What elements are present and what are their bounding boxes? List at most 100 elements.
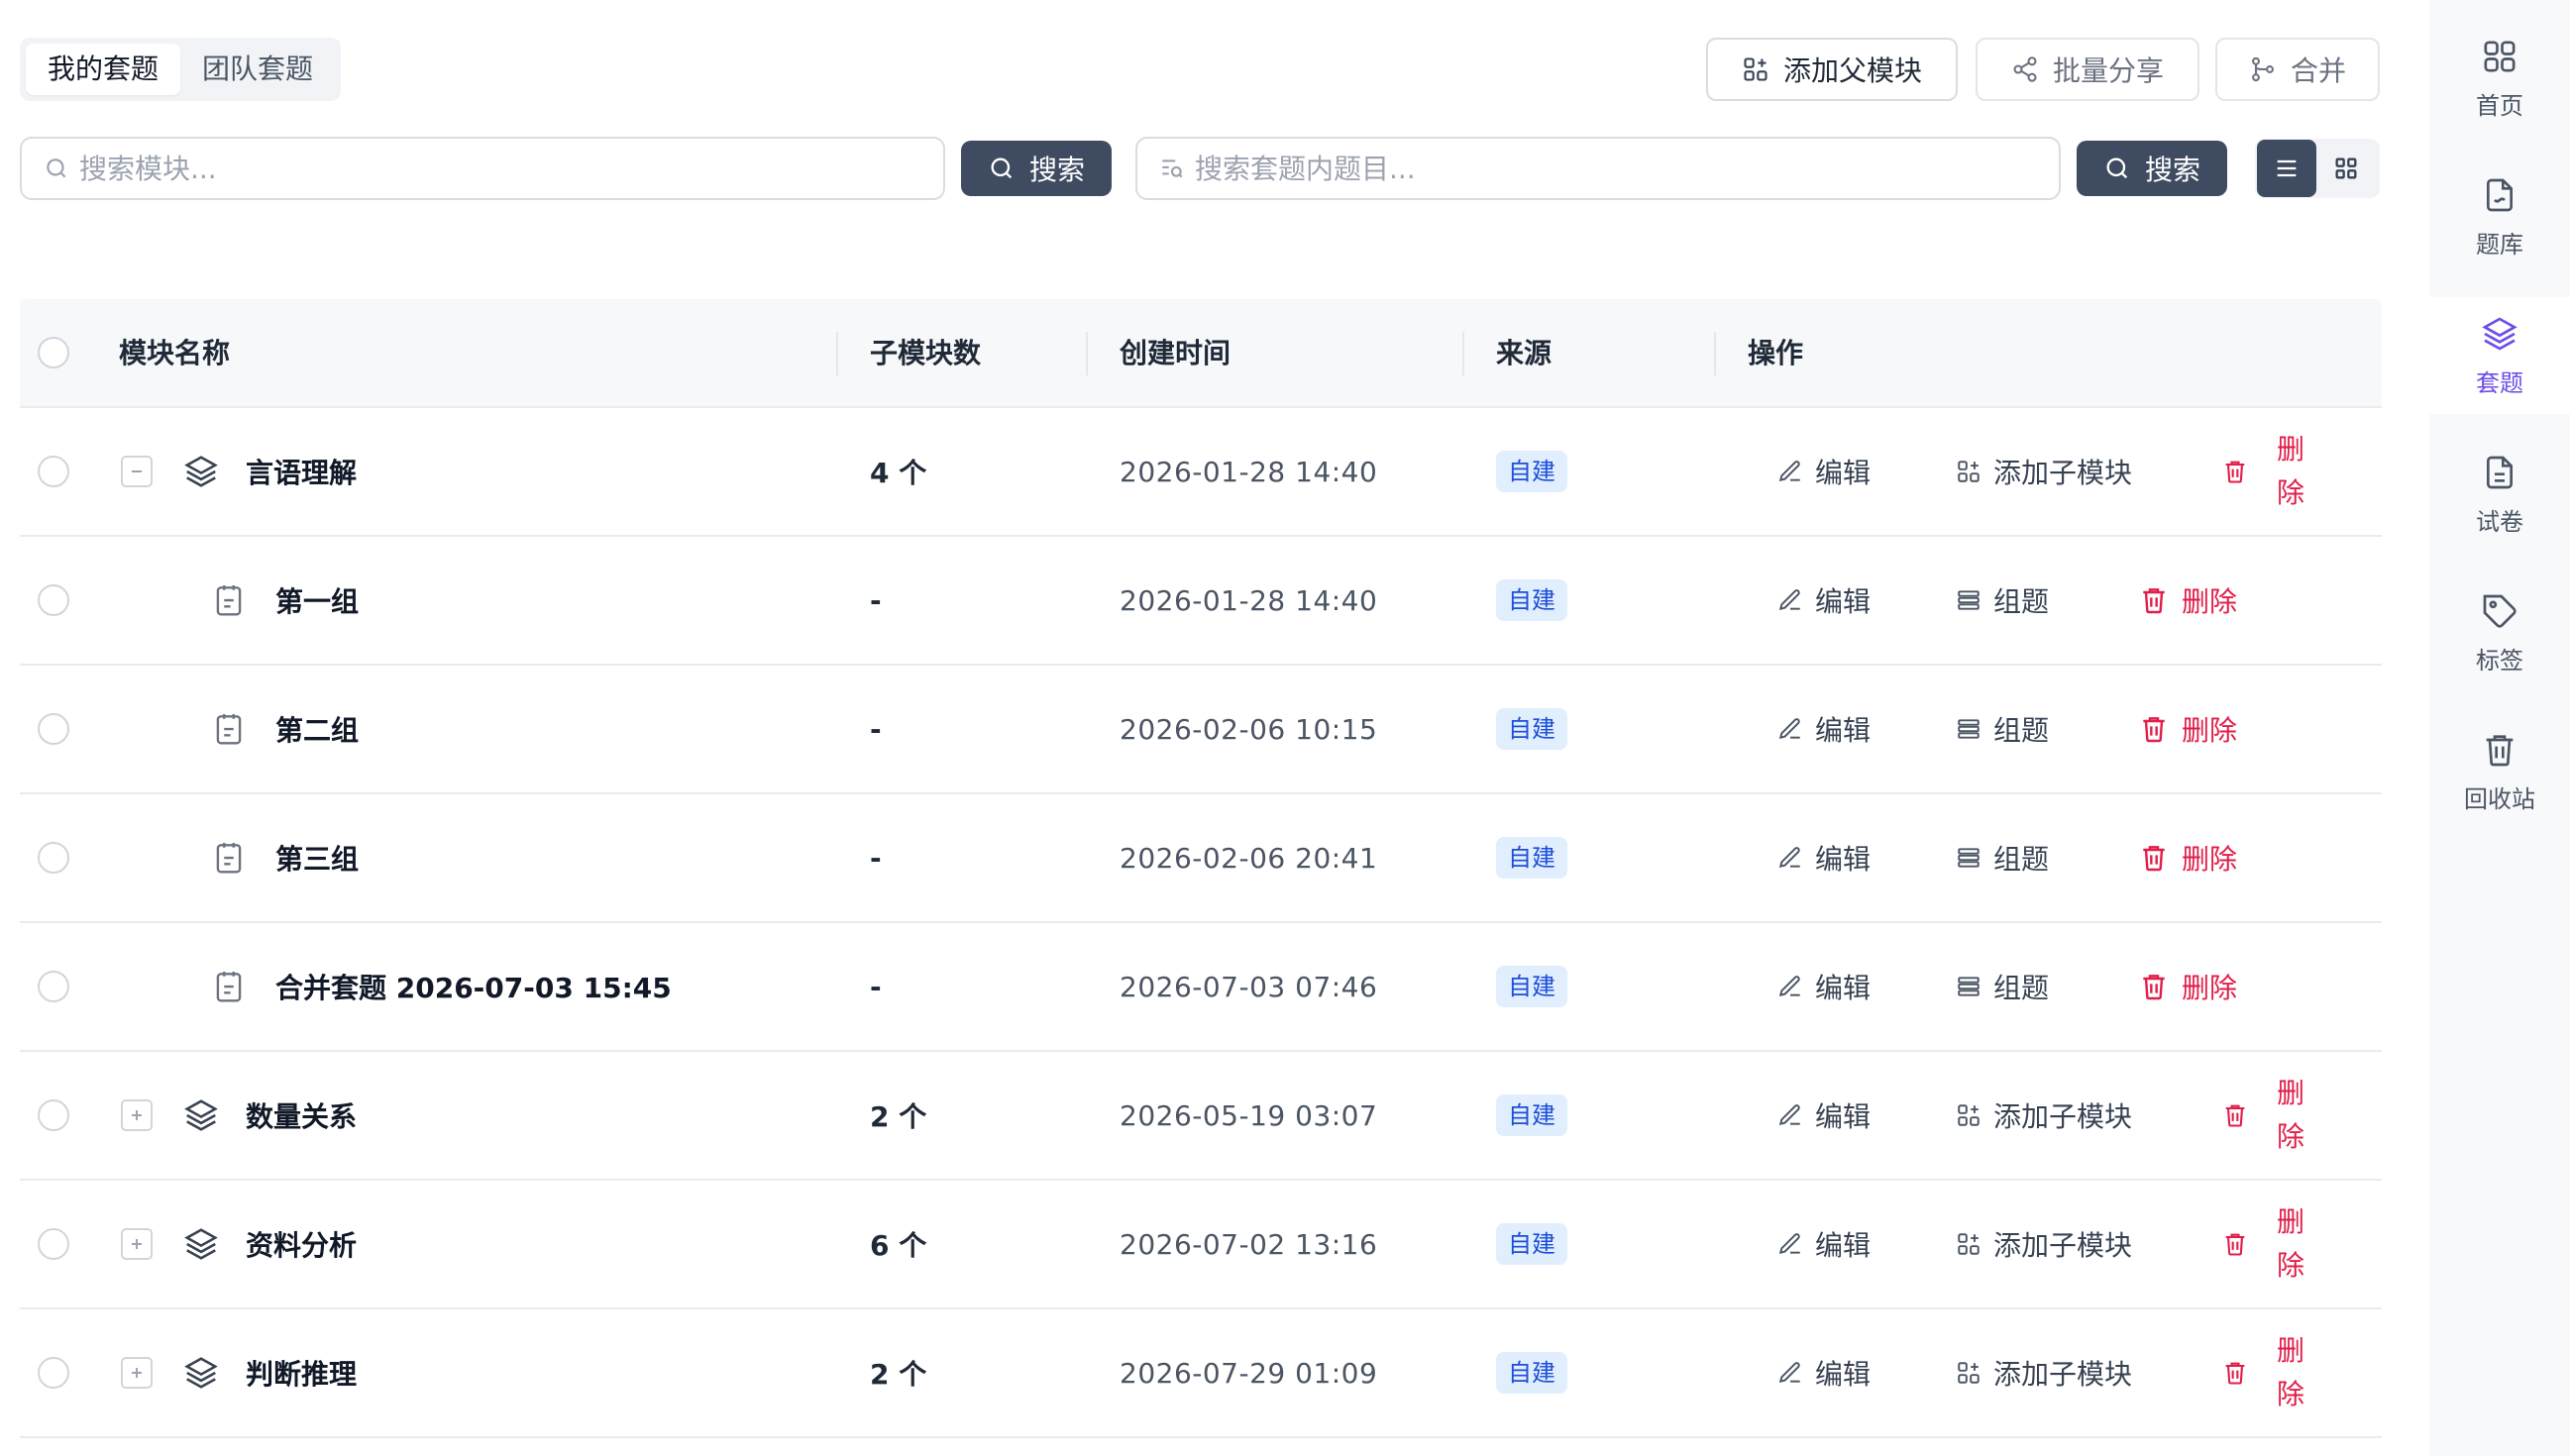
- tab-team-sets[interactable]: 团队套题: [180, 44, 335, 95]
- add-child-module-button[interactable]: 添加子模块: [1956, 1224, 2132, 1264]
- edit-button[interactable]: 编辑: [1777, 1224, 1871, 1264]
- grid-icon: [2335, 157, 2357, 179]
- tab-my-sets[interactable]: 我的套题: [26, 44, 181, 95]
- header-divider: [1714, 332, 1716, 375]
- row-checkbox[interactable]: [38, 713, 69, 745]
- expand-button[interactable]: [121, 1228, 153, 1260]
- sidebar-item-question-bank[interactable]: 题库: [2429, 158, 2570, 275]
- batch-share-label: 批量分享: [2052, 54, 2164, 87]
- merge-button[interactable]: 合并: [2215, 38, 2380, 101]
- delete-button[interactable]: 删除: [2138, 838, 2237, 878]
- module-name[interactable]: 言语理解: [246, 452, 357, 491]
- sidebar-item-home[interactable]: 首页: [2429, 20, 2570, 137]
- source-badge: 自建: [1496, 966, 1567, 1007]
- grid-view-button[interactable]: [2316, 140, 2376, 197]
- sidebar-item-question-sets[interactable]: 套题: [2429, 297, 2570, 414]
- select-all-checkbox[interactable]: [38, 337, 69, 368]
- edit-button[interactable]: 编辑: [1777, 967, 1871, 1006]
- compose-questions-button[interactable]: 组题: [1956, 580, 2049, 620]
- question-search-input[interactable]: [1195, 152, 2059, 185]
- header-name: 模块名称: [119, 337, 231, 369]
- sidebar-item-recycle-bin[interactable]: 回收站: [2429, 713, 2570, 830]
- edit-button[interactable]: 编辑: [1777, 838, 1871, 878]
- row-checkbox[interactable]: [38, 971, 69, 1002]
- sidebar-item-label: 首页: [2476, 91, 2523, 120]
- question-search-button[interactable]: 搜索: [2077, 141, 2227, 196]
- delete-button[interactable]: 删除: [2138, 709, 2237, 749]
- group-name[interactable]: 合并套题 2026-07-03 15:45: [275, 967, 672, 1006]
- table-row: 合并套题 2026-07-03 15:45 - 2026-07-03 07:46 自建…: [20, 923, 2382, 1052]
- row-checkbox[interactable]: [38, 1228, 69, 1260]
- module-name[interactable]: 资料分析: [246, 1224, 357, 1264]
- compose-questions-button[interactable]: 组题: [1956, 967, 2049, 1006]
- row-checkbox[interactable]: [38, 842, 69, 874]
- expand-button[interactable]: [121, 1357, 153, 1389]
- share-icon: [2013, 56, 2037, 82]
- group-name[interactable]: 第一组: [275, 580, 359, 620]
- edit-icon: [1778, 589, 1800, 611]
- delete-button[interactable]: 删除: [2221, 428, 2306, 515]
- header-children: 子模块数: [870, 337, 982, 369]
- header-actions: 操作: [1748, 337, 1804, 369]
- layers-icon: [184, 1228, 218, 1260]
- child-count: 2 个: [870, 1100, 927, 1133]
- compose-questions-label: 组题: [1993, 585, 2050, 618]
- list-icon: [2277, 159, 2297, 177]
- edit-icon: [1778, 1362, 1800, 1384]
- group-name[interactable]: 第三组: [275, 838, 359, 878]
- created-time: 2026-02-06 20:41: [1120, 841, 1378, 875]
- edit-button[interactable]: 编辑: [1777, 580, 1871, 620]
- edit-button[interactable]: 编辑: [1777, 1095, 1871, 1135]
- layers-icon: [184, 456, 218, 487]
- compose-questions-button[interactable]: 组题: [1956, 838, 2049, 878]
- row-checkbox[interactable]: [38, 1099, 69, 1131]
- edit-button[interactable]: 编辑: [1777, 1353, 1871, 1393]
- add-child-module-label: 添加子模块: [1993, 457, 2133, 489]
- header-divider: [1462, 332, 1464, 375]
- compose-questions-button[interactable]: 组题: [1956, 709, 2049, 749]
- module-search-input[interactable]: [79, 152, 943, 185]
- child-count: -: [870, 970, 882, 1003]
- expand-button[interactable]: [121, 1099, 153, 1131]
- add-parent-module-button[interactable]: 添加父模块: [1706, 38, 1958, 101]
- batch-share-button[interactable]: 批量分享: [1976, 38, 2199, 101]
- delete-button[interactable]: 删除: [2221, 1072, 2306, 1159]
- collapse-button[interactable]: [121, 456, 153, 487]
- add-child-module-button[interactable]: 添加子模块: [1956, 452, 2132, 491]
- header-created: 创建时间: [1120, 337, 1231, 369]
- source-badge: 自建: [1496, 1352, 1567, 1394]
- sidebar-item-label: 试卷: [2476, 507, 2523, 536]
- edit-button[interactable]: 编辑: [1777, 452, 1871, 491]
- module-name[interactable]: 判断推理: [246, 1353, 357, 1393]
- list-view-button[interactable]: [2257, 140, 2316, 197]
- group-name[interactable]: 第二组: [275, 709, 359, 749]
- row-checkbox[interactable]: [38, 456, 69, 487]
- sidebar-item-papers[interactable]: 试卷: [2429, 436, 2570, 553]
- table-row: 第三组 - 2026-02-06 20:41 自建 编辑 组题 删除: [20, 794, 2382, 923]
- sidebar-item-label: 回收站: [2464, 784, 2535, 813]
- source-badge: 自建: [1496, 1223, 1567, 1265]
- delete-label: 删除: [2182, 843, 2238, 876]
- edit-button[interactable]: 编辑: [1777, 709, 1871, 749]
- sidebar-item-label: 标签: [2476, 646, 2523, 675]
- sidebar-item-label: 题库: [2476, 230, 2523, 259]
- add-child-module-button[interactable]: 添加子模块: [1956, 1095, 2132, 1135]
- delete-button[interactable]: 删除: [2221, 1329, 2306, 1416]
- module-search-box: [20, 137, 945, 200]
- delete-button[interactable]: 删除: [2138, 580, 2237, 620]
- question-search-box: [1135, 137, 2061, 200]
- row-checkbox[interactable]: [38, 1357, 69, 1389]
- child-count: 2 个: [870, 1358, 927, 1391]
- module-name[interactable]: 数量关系: [246, 1095, 357, 1135]
- add-module-icon: [1958, 1233, 1980, 1255]
- delete-button[interactable]: 删除: [2138, 967, 2237, 1006]
- delete-button[interactable]: 删除: [2221, 1200, 2306, 1288]
- add-child-module-button[interactable]: 添加子模块: [1956, 1353, 2132, 1393]
- edit-label: 编辑: [1815, 585, 1872, 618]
- module-search-button[interactable]: 搜索: [961, 141, 1112, 196]
- document-icon: [2487, 456, 2513, 488]
- row-checkbox[interactable]: [38, 584, 69, 616]
- edit-label: 编辑: [1815, 1100, 1872, 1133]
- sidebar-item-tags[interactable]: 标签: [2429, 574, 2570, 691]
- edit-label: 编辑: [1815, 714, 1872, 747]
